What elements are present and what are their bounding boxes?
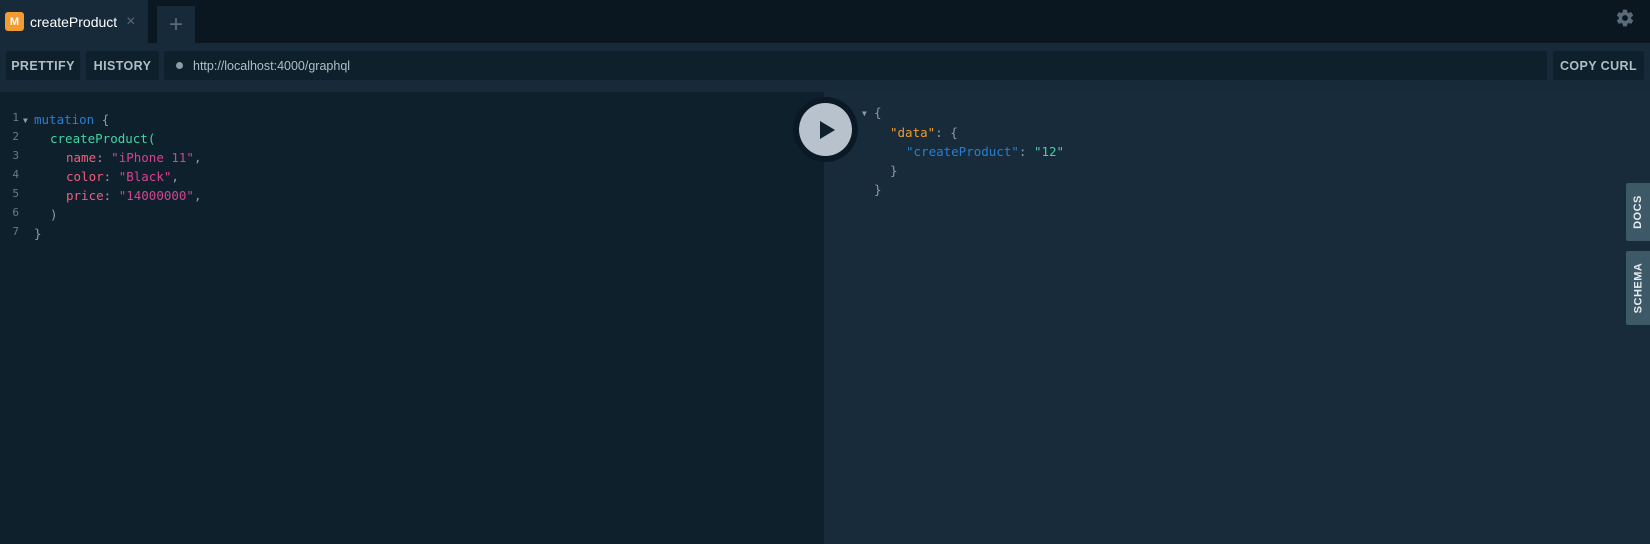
brace: { [101, 112, 110, 127]
keyword: mutation [34, 112, 95, 127]
line-number: 7 [12, 225, 19, 238]
close-icon[interactable]: × [126, 13, 135, 30]
run-button[interactable] [793, 97, 858, 162]
copy-curl-button[interactable]: COPY CURL [1553, 51, 1644, 80]
argument-value: "iPhone 11" [111, 150, 194, 165]
code-line: } [34, 224, 42, 243]
paren: ( [147, 131, 156, 146]
code-line: ) [50, 205, 58, 224]
tab-bar: M createProduct × + [0, 0, 1650, 43]
code-line: price: "14000000", [66, 188, 202, 203]
code-line: mutation { [34, 110, 109, 129]
argument-name: color [66, 169, 104, 184]
docs-tab[interactable]: DOCS [1626, 183, 1650, 241]
line-number: 6 [12, 206, 19, 219]
docs-tab-label: DOCS [1632, 195, 1644, 229]
prettify-button[interactable]: PRETTIFY [6, 51, 80, 80]
toolbar: PRETTIFY HISTORY http://localhost:4000/g… [0, 43, 1650, 92]
schema-tab-label: SCHEMA [1632, 262, 1645, 314]
code-line: color: "Black", [66, 169, 179, 184]
mutation-badge: M [5, 12, 24, 31]
line-number: 5 [12, 187, 19, 200]
result-line: "data": { [890, 125, 958, 140]
gear-icon[interactable] [1615, 8, 1635, 28]
line-number: 1 [12, 111, 19, 124]
status-dot-icon [176, 62, 183, 69]
result-key: "createProduct" [906, 144, 1019, 159]
endpoint-url-input[interactable]: http://localhost:4000/graphql [164, 51, 1547, 80]
line-number: 2 [12, 130, 19, 143]
result-value: "12" [1033, 144, 1065, 159]
argument-name: price [66, 188, 104, 203]
triangle-down-icon[interactable]: ▼ [23, 116, 28, 125]
argument-value: "14000000" [118, 188, 194, 203]
endpoint-url: http://localhost:4000/graphql [193, 58, 351, 73]
tab-title: createProduct [30, 13, 118, 30]
play-icon[interactable] [799, 103, 852, 156]
code-line: name: "iPhone 11", [66, 150, 202, 165]
result-line: { [874, 105, 882, 120]
result-viewer[interactable]: ▼ { "data": { "createProduct": "12" } } [824, 92, 1650, 544]
brace: } [34, 226, 42, 241]
result-key: "data" [890, 125, 936, 140]
tab-createproduct[interactable]: M createProduct × [0, 0, 148, 43]
result-line: "createProduct": "12" [906, 144, 1065, 159]
argument-name: name [66, 150, 97, 165]
result-line: } [874, 182, 882, 197]
add-tab-button[interactable]: + [157, 6, 195, 43]
triangle-down-icon[interactable]: ▼ [862, 109, 867, 118]
line-number: 4 [12, 168, 19, 181]
code-line: createProduct( [50, 129, 155, 148]
result-line: } [890, 163, 898, 178]
query-editor[interactable]: 1 ▼ 2 3 4 5 6 7 mutation { createProduct… [0, 92, 824, 544]
schema-tab[interactable]: SCHEMA [1626, 251, 1650, 325]
field-name: createProduct [50, 131, 148, 146]
argument-value: "Black" [118, 169, 172, 184]
history-button[interactable]: HISTORY [86, 51, 159, 80]
paren: ) [50, 207, 58, 222]
line-number: 3 [12, 149, 19, 162]
